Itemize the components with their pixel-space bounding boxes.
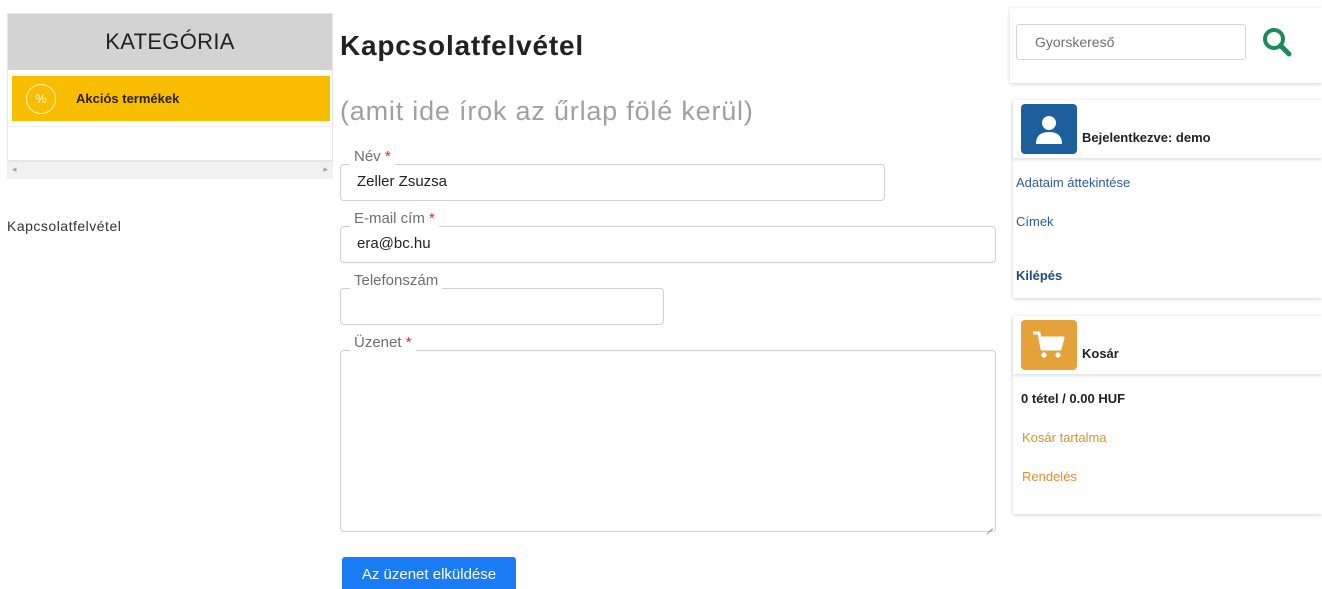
cart-contents-link[interactable]: Kosár tartalma bbox=[1022, 430, 1107, 445]
required-mark: * bbox=[405, 334, 412, 351]
addresses-link[interactable]: Címek bbox=[1016, 214, 1054, 229]
phone-label: Telefonszám bbox=[350, 272, 443, 290]
page-subtitle: (amit ide írok az űrlap fölé kerül) bbox=[340, 96, 754, 126]
logged-in-label: Bejelentkezve: demo bbox=[1082, 130, 1211, 145]
required-mark: * bbox=[384, 148, 391, 165]
scroll-right-arrow-icon[interactable]: ▸ bbox=[323, 164, 328, 175]
user-icon bbox=[1021, 104, 1077, 154]
quick-search-input[interactable] bbox=[1016, 24, 1246, 60]
category-panel: KATEGÓRIA % Akciós termékek bbox=[7, 13, 333, 161]
horizontal-scrollbar[interactable]: ◂ ▸ bbox=[7, 161, 333, 179]
email-label: E-mail cím * bbox=[350, 210, 439, 228]
order-link[interactable]: Rendelés bbox=[1022, 469, 1077, 484]
email-value[interactable]: era@bc.hu bbox=[357, 235, 431, 252]
message-label: Üzenet * bbox=[350, 334, 416, 352]
search-icon[interactable] bbox=[1258, 24, 1296, 60]
cart-title: Kosár bbox=[1082, 346, 1119, 361]
cart-icon bbox=[1021, 320, 1077, 370]
breadcrumb[interactable]: Kapcsolatfelvétel bbox=[7, 218, 121, 234]
category-title: KATEGÓRIA bbox=[8, 14, 332, 70]
category-divider bbox=[8, 126, 332, 127]
email-field[interactable]: E-mail cím * era@bc.hu bbox=[340, 210, 996, 263]
name-label: Név * bbox=[350, 148, 395, 166]
send-message-button[interactable]: Az üzenet elküldése bbox=[342, 557, 516, 589]
page-title: Kapcsolatfelvétel bbox=[340, 30, 584, 61]
phone-field[interactable]: Telefonszám bbox=[340, 272, 664, 325]
scroll-left-arrow-icon[interactable]: ◂ bbox=[12, 164, 17, 175]
cart-panel-header: Kosár bbox=[1013, 316, 1322, 374]
category-item-akcios-termekek[interactable]: % Akciós termékek bbox=[12, 76, 330, 121]
required-mark: * bbox=[429, 210, 435, 227]
quick-search-panel bbox=[1010, 8, 1322, 83]
name-value[interactable]: Zeller Zsuzsa bbox=[357, 173, 447, 190]
logout-link[interactable]: Kilépés bbox=[1016, 268, 1062, 283]
resize-handle-icon[interactable] bbox=[985, 521, 993, 529]
name-field[interactable]: Név * Zeller Zsuzsa bbox=[340, 148, 885, 201]
account-overview-link[interactable]: Adataim áttekintése bbox=[1016, 175, 1130, 190]
user-panel: Bejelentkezve: demo Adataim áttekintése … bbox=[1013, 100, 1322, 298]
cart-panel: Kosár 0 tétel / 0.00 HUF Kosár tartalma … bbox=[1013, 316, 1322, 514]
percent-icon: % bbox=[26, 83, 56, 114]
category-item-label: Akciós termékek bbox=[76, 91, 180, 106]
user-panel-header: Bejelentkezve: demo bbox=[1013, 100, 1322, 158]
message-textarea[interactable]: Üzenet * bbox=[340, 334, 996, 532]
cart-summary: 0 tétel / 0.00 HUF bbox=[1021, 391, 1126, 406]
